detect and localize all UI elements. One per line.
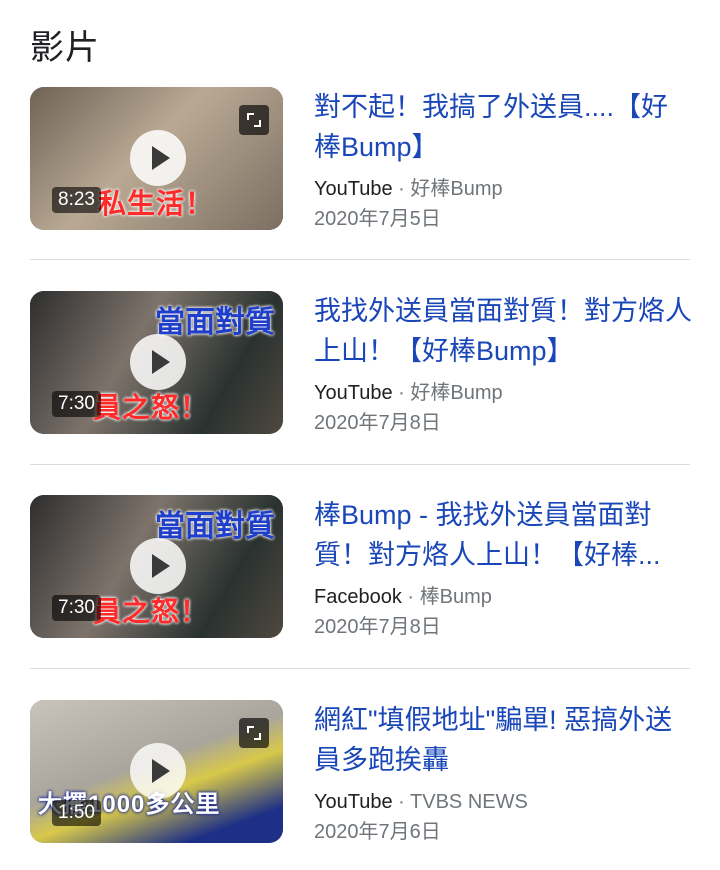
video-title-link[interactable]: 棒Bump - 我找外送員當面對質！對方烙人上山！【好棒... bbox=[314, 495, 694, 575]
duration-badge: 8:23 bbox=[52, 187, 101, 213]
video-meta: Facebook · 棒Bump bbox=[314, 583, 694, 611]
video-channel: 棒Bump bbox=[419, 586, 492, 608]
expand-icon[interactable] bbox=[239, 105, 269, 135]
section-title: 影片 bbox=[30, 29, 100, 67]
divider bbox=[30, 464, 690, 465]
thumbnail-caption-top: 當面對質 bbox=[155, 306, 275, 339]
video-thumbnail[interactable]: 當面對質 員之怒！ 7:30 bbox=[30, 495, 283, 638]
video-channel: TVBS NEWS bbox=[410, 791, 528, 813]
video-date: 2020年7月5日 bbox=[314, 208, 441, 230]
video-thumbnail[interactable]: 大擺1000多公里 1:50 bbox=[30, 700, 283, 843]
video-thumbnail[interactable]: 當面對質 員之怒！ 7:30 bbox=[30, 291, 283, 434]
video-title-link[interactable]: 我找外送員當面對質！對方烙人上山！【好棒Bump】 bbox=[314, 291, 694, 371]
play-icon[interactable] bbox=[130, 538, 186, 594]
duration-badge: 7:30 bbox=[52, 391, 101, 417]
play-icon[interactable] bbox=[130, 743, 186, 799]
video-thumbnail[interactable]: 私生活！ 8:23 bbox=[30, 87, 283, 230]
video-title-link[interactable]: 網紅"填假地址"騙單! 惡搞外送員多跑挨轟 bbox=[314, 700, 694, 780]
divider bbox=[30, 259, 690, 260]
video-result[interactable]: 當面對質 員之怒！ 7:30 我找外送員當面對質！對方烙人上山！【好棒Bump】… bbox=[30, 291, 692, 436]
video-source: YouTube bbox=[314, 382, 393, 404]
thumbnail-caption-top: 當面對質 bbox=[155, 510, 275, 543]
video-meta: YouTube · 好棒Bump bbox=[314, 175, 694, 203]
duration-badge: 7:30 bbox=[52, 595, 101, 621]
divider bbox=[30, 668, 690, 669]
meta-separator: · bbox=[398, 382, 405, 404]
play-icon[interactable] bbox=[130, 130, 186, 186]
meta-separator: · bbox=[407, 586, 415, 608]
video-channel: 好棒Bump bbox=[410, 178, 503, 200]
video-date: 2020年7月6日 bbox=[314, 821, 441, 843]
video-result[interactable]: 私生活！ 8:23 對不起！我搞了外送員....【好棒Bump】 YouTube… bbox=[30, 87, 690, 232]
meta-separator: · bbox=[398, 178, 405, 200]
video-date: 2020年7月8日 bbox=[314, 616, 441, 638]
play-icon[interactable] bbox=[130, 334, 186, 390]
meta-separator: · bbox=[398, 791, 405, 813]
video-source: YouTube bbox=[314, 791, 393, 813]
video-channel: 好棒Bump bbox=[410, 382, 503, 404]
video-meta: YouTube · TVBS NEWS bbox=[314, 788, 694, 816]
expand-icon[interactable] bbox=[239, 718, 269, 748]
video-title-link[interactable]: 對不起！我搞了外送員....【好棒Bump】 bbox=[314, 87, 694, 167]
video-date: 2020年7月8日 bbox=[314, 412, 441, 434]
video-meta: YouTube · 好棒Bump bbox=[314, 379, 694, 407]
video-source: YouTube bbox=[314, 178, 393, 200]
video-result[interactable]: 當面對質 員之怒！ 7:30 棒Bump - 我找外送員當面對質！對方烙人上山！… bbox=[30, 495, 690, 640]
video-result[interactable]: 大擺1000多公里 1:50 網紅"填假地址"騙單! 惡搞外送員多跑挨轟 You… bbox=[30, 700, 690, 845]
duration-badge: 1:50 bbox=[52, 800, 101, 826]
video-source: Facebook bbox=[314, 586, 402, 608]
